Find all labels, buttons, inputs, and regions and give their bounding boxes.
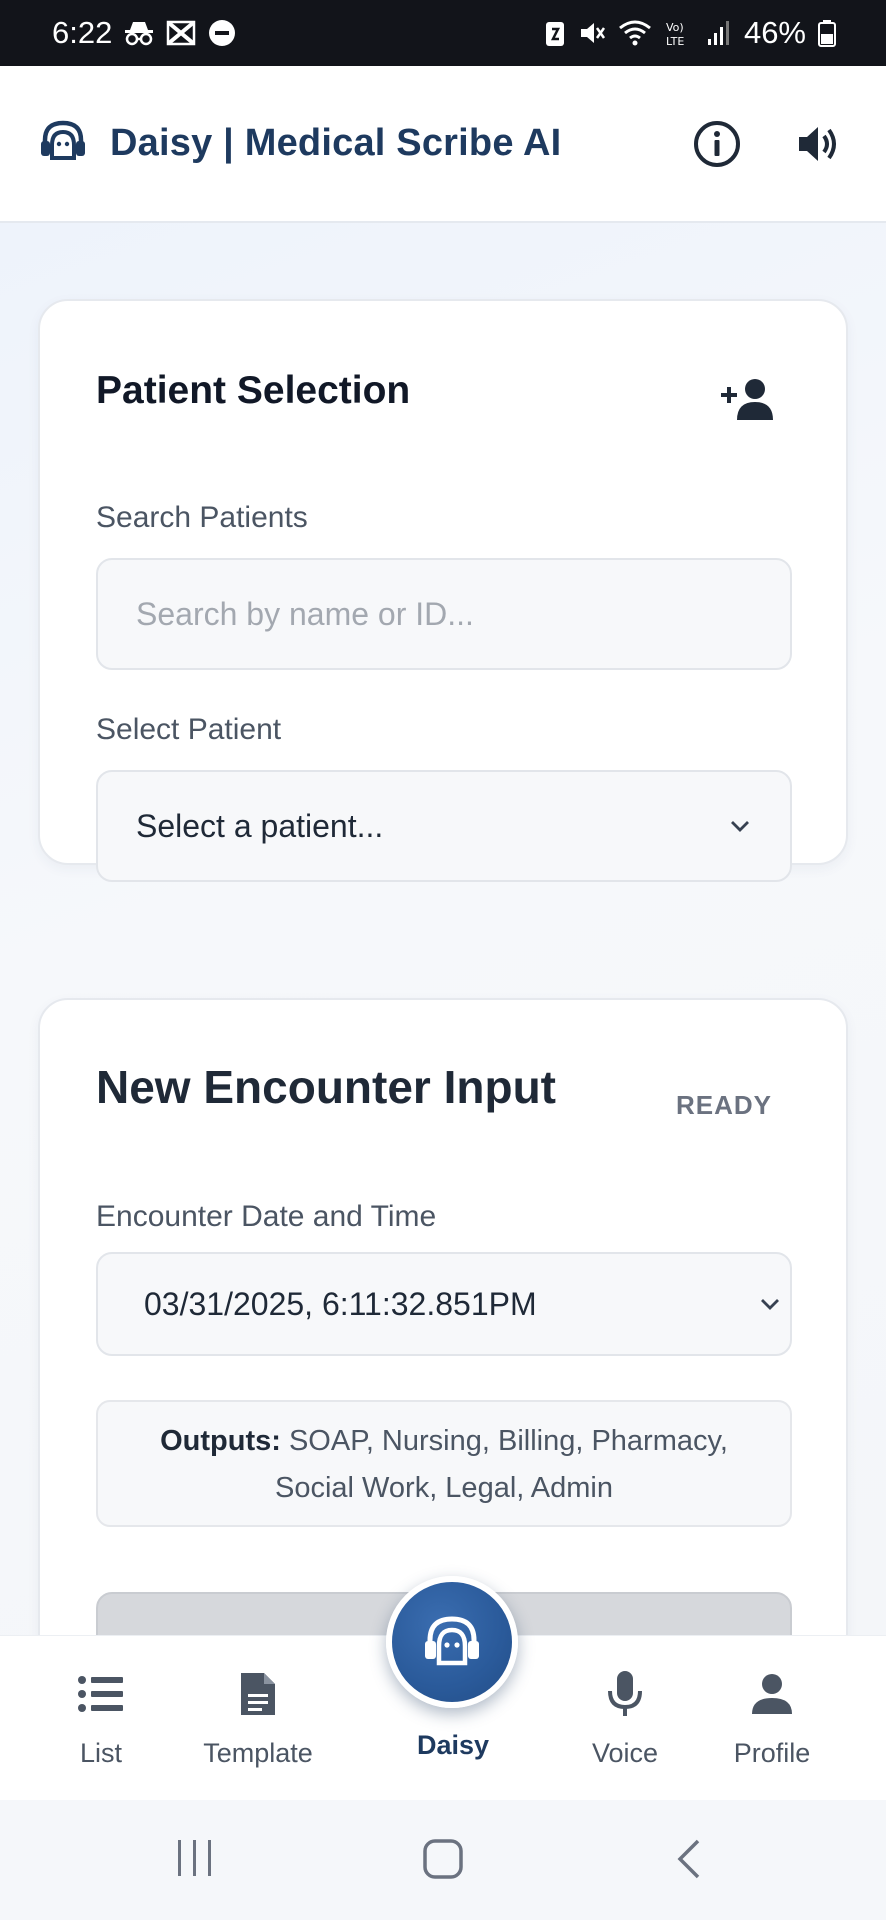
chevron-down-icon xyxy=(728,818,752,834)
mute-icon xyxy=(578,19,606,47)
headset-agent-icon xyxy=(38,118,88,169)
nav-item-list[interactable]: List xyxy=(26,1666,176,1769)
select-patient-dropdown[interactable]: Select a patient... xyxy=(96,770,792,882)
outputs-label: Outputs: xyxy=(160,1425,281,1457)
outputs-value: SOAP, Nursing, Billing, Pharmacy, Social… xyxy=(275,1425,728,1504)
document-icon xyxy=(183,1666,333,1722)
nav-item-profile[interactable]: Profile xyxy=(697,1666,847,1769)
status-right: Vo) LTE 46% xyxy=(544,15,836,51)
encounter-title: New Encounter Input xyxy=(96,1061,556,1113)
search-patients-input[interactable] xyxy=(96,558,792,670)
info-icon xyxy=(694,120,740,167)
headset-agent-icon xyxy=(425,1616,479,1666)
status-bar: 6:22 Vo) LTE 46% xyxy=(0,0,886,66)
svg-text:LTE: LTE xyxy=(666,35,684,47)
encounter-date-label: Encounter Date and Time xyxy=(96,1200,437,1233)
back-icon xyxy=(677,1839,700,1879)
search-patients-label: Search Patients xyxy=(96,501,308,534)
chevron-down-icon xyxy=(758,1296,782,1312)
encounter-card: New Encounter Input READY Encounter Date… xyxy=(38,998,848,1635)
main-content: Patient Selection Search Patients Select… xyxy=(0,223,886,1635)
sound-button[interactable] xyxy=(790,115,848,173)
nav-label-voice: Voice xyxy=(591,1738,659,1768)
list-icon xyxy=(26,1666,176,1722)
home-icon xyxy=(423,1839,463,1879)
volume-icon xyxy=(799,126,836,161)
encounter-datetime-picker[interactable]: 03/31/2025, 6:11:32.851PM xyxy=(96,1252,792,1356)
add-patient-button[interactable] xyxy=(718,373,780,425)
signal-icon xyxy=(706,19,732,47)
info-button[interactable] xyxy=(688,115,746,173)
app-title: Daisy | Medical Scribe AI xyxy=(110,122,562,164)
add-person-icon xyxy=(721,379,773,420)
recent-apps-button[interactable] xyxy=(174,1838,216,1878)
wifi-icon xyxy=(618,19,652,47)
battery-saver-icon xyxy=(544,19,566,47)
capcut-icon xyxy=(166,20,196,46)
nav-item-voice[interactable]: Voice xyxy=(550,1666,700,1769)
nav-label-profile: Profile xyxy=(733,1738,811,1768)
select-patient-value: Select a patient... xyxy=(136,807,384,844)
status-left: 6:22 xyxy=(52,15,236,51)
svg-text:Vo): Vo) xyxy=(666,21,684,34)
header-actions xyxy=(688,115,848,173)
recent-apps-icon xyxy=(178,1840,211,1876)
incognito-icon xyxy=(124,20,154,46)
encounter-status-badge: READY xyxy=(675,1090,772,1120)
back-button[interactable] xyxy=(674,1838,704,1880)
nav-label-template: Template xyxy=(203,1738,313,1768)
person-icon xyxy=(697,1666,847,1722)
nav-item-daisy[interactable] xyxy=(386,1576,518,1708)
status-time: 6:22 xyxy=(52,15,113,50)
battery-icon xyxy=(818,19,836,47)
volte-icon: Vo) LTE xyxy=(664,19,694,47)
home-button[interactable] xyxy=(422,1838,464,1880)
system-nav-bar xyxy=(0,1800,886,1920)
nav-label-list: List xyxy=(79,1738,123,1768)
brand: Daisy | Medical Scribe AI xyxy=(38,118,561,169)
app-header: Daisy | Medical Scribe AI xyxy=(0,66,886,223)
dnd-icon xyxy=(208,19,236,47)
nav-label-daisy: Daisy xyxy=(416,1730,490,1760)
patient-selection-title: Patient Selection xyxy=(96,369,411,412)
battery-percent: 46% xyxy=(743,15,806,50)
microphone-icon xyxy=(550,1666,700,1722)
encounter-datetime-value: 03/31/2025, 6:11:32.851PM xyxy=(144,1285,537,1322)
nav-item-template[interactable]: Template xyxy=(183,1666,333,1769)
outputs-summary: Outputs: SOAP, Nursing, Billing, Pharmac… xyxy=(96,1400,792,1527)
patient-selection-card: Patient Selection Search Patients Select… xyxy=(38,299,848,882)
select-patient-label: Select Patient xyxy=(96,713,282,746)
